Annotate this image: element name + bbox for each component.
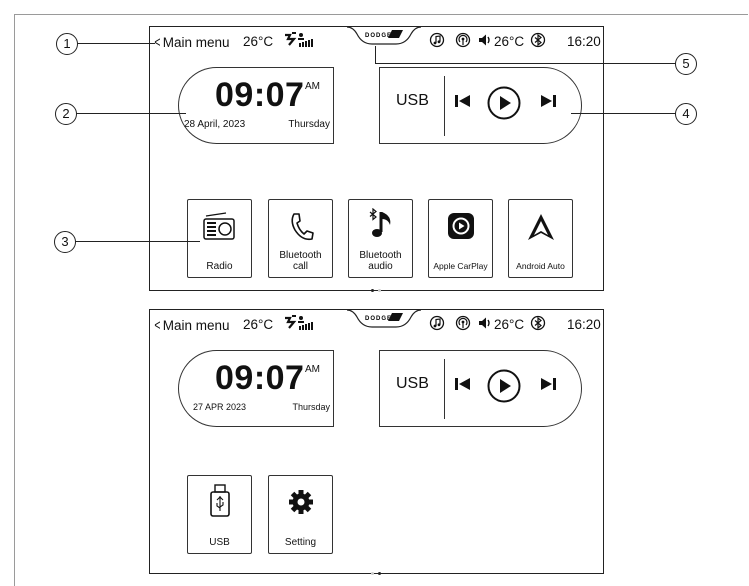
app-tile-android-auto[interactable]: Android Auto bbox=[508, 199, 573, 278]
app-tile-apple-carplay[interactable]: Apple CarPlay bbox=[428, 199, 493, 278]
page-dot-active bbox=[378, 572, 381, 575]
previous-track-icon[interactable] bbox=[452, 376, 474, 392]
dodge-logo: DODGE bbox=[365, 316, 392, 322]
dodge-logo: DODGE bbox=[365, 33, 392, 39]
usb-icon bbox=[210, 484, 230, 517]
inside-temperature: 26°C bbox=[494, 317, 525, 332]
bluetooth-icon bbox=[530, 315, 546, 331]
page-dot bbox=[371, 572, 374, 575]
carplay-icon bbox=[448, 213, 474, 239]
media-divider bbox=[444, 359, 445, 419]
app-tile-label: Apple CarPlay bbox=[433, 261, 488, 271]
bluetooth-music-icon bbox=[369, 208, 391, 237]
bluetooth-icon bbox=[530, 32, 546, 48]
page-indicator[interactable] bbox=[369, 279, 383, 297]
brand-notch: DODGE bbox=[347, 26, 421, 45]
gear-icon bbox=[289, 490, 313, 514]
callout-leader-2 bbox=[76, 113, 186, 114]
volume-icon bbox=[479, 34, 490, 46]
phone-icon bbox=[291, 213, 314, 241]
clock-ampm: AM bbox=[305, 364, 320, 375]
app-tile-label: Radio bbox=[206, 261, 233, 272]
status-bar: < Main menu 26°C DODGE 26°C 16:20 bbox=[150, 309, 603, 336]
app-tile-label: Bluetooth audio bbox=[359, 250, 402, 272]
volume-icon bbox=[479, 317, 490, 329]
app-tile-usb[interactable]: USB bbox=[187, 475, 252, 554]
app-tile-label: Setting bbox=[284, 537, 317, 548]
play-pause-button[interactable] bbox=[487, 86, 521, 120]
seat-fan-icon bbox=[285, 32, 297, 46]
page-dot-active bbox=[371, 289, 374, 292]
app-tile-label: USB bbox=[209, 537, 230, 548]
back-chevron-icon: < bbox=[154, 34, 161, 51]
android-auto-icon bbox=[528, 214, 554, 240]
clock-time: 09:07 bbox=[215, 359, 305, 397]
callout-3: 3 bbox=[54, 231, 76, 253]
app-tile-label: Android Auto bbox=[516, 261, 565, 271]
app-tile-setting[interactable]: Setting bbox=[268, 475, 333, 554]
clock-date: 27 APR 2023 bbox=[193, 402, 247, 412]
radio-icon bbox=[203, 212, 235, 240]
callout-2: 2 bbox=[55, 103, 77, 125]
play-pause-button[interactable] bbox=[487, 369, 521, 403]
callout-1: 1 bbox=[56, 33, 78, 55]
media-widget: USB bbox=[379, 67, 582, 144]
callout-4: 4 bbox=[675, 103, 697, 125]
brand-notch: DODGE bbox=[347, 309, 421, 328]
next-track-icon[interactable] bbox=[537, 93, 559, 109]
outside-temperature: 26°C bbox=[243, 317, 274, 332]
previous-track-icon[interactable] bbox=[452, 93, 474, 109]
fan-speed-icon bbox=[298, 33, 313, 47]
clock-date: 28 April, 2023 bbox=[184, 119, 246, 130]
callout-leader-5 bbox=[375, 63, 676, 64]
clock-day: Thursday bbox=[292, 402, 330, 412]
media-widget: USB bbox=[379, 350, 582, 427]
outside-temperature: 26°C bbox=[243, 34, 274, 49]
callout-leader-4 bbox=[571, 113, 676, 114]
media-divider bbox=[444, 76, 445, 136]
clock-day: Thursday bbox=[288, 119, 330, 130]
next-track-icon[interactable] bbox=[537, 376, 559, 392]
seat-fan-icon bbox=[285, 315, 297, 329]
status-time: 16:20 bbox=[567, 34, 601, 49]
clock-ampm: AM bbox=[305, 81, 320, 92]
page-dot bbox=[378, 289, 381, 292]
main-menu-button[interactable]: < Main menu bbox=[153, 317, 229, 334]
media-source-label[interactable]: USB bbox=[396, 375, 429, 393]
inside-temperature: 26°C bbox=[494, 34, 525, 49]
app-tile-bluetooth-audio[interactable]: Bluetooth audio bbox=[348, 199, 413, 278]
clock-time: 09:07 bbox=[215, 76, 305, 114]
radio-signal-icon bbox=[455, 32, 471, 48]
page-indicator[interactable] bbox=[369, 562, 383, 580]
status-time: 16:20 bbox=[567, 317, 601, 332]
app-tile-bluetooth-call[interactable]: Bluetooth call bbox=[268, 199, 333, 278]
music-note-icon bbox=[429, 32, 445, 48]
main-menu-button[interactable]: < Main menu bbox=[153, 34, 229, 51]
callout-leader-3 bbox=[75, 241, 200, 242]
radio-signal-icon bbox=[455, 315, 471, 331]
app-tile-radio[interactable]: Radio bbox=[187, 199, 252, 278]
back-chevron-icon: < bbox=[154, 317, 161, 334]
app-tile-label: Bluetooth call bbox=[279, 250, 322, 272]
callout-5: 5 bbox=[675, 53, 697, 75]
home-screen-page-1: < Main menu 26°C DODGE 26°C 16:20 09:07 A… bbox=[149, 26, 604, 292]
home-screen-page-2: < Main menu 26°C DODGE 26°C 16:20 09:07 A… bbox=[149, 309, 604, 575]
clock-widget[interactable]: 09:07 AM 28 April, 2023 Thursday bbox=[178, 67, 334, 144]
fan-speed-icon bbox=[298, 316, 313, 330]
clock-widget[interactable]: 09:07 AM 27 APR 2023 Thursday bbox=[178, 350, 334, 427]
callout-leader-5-stem bbox=[375, 46, 376, 64]
status-bar: < Main menu 26°C DODGE 26°C 16:20 bbox=[150, 26, 603, 53]
media-source-label[interactable]: USB bbox=[396, 92, 429, 110]
music-note-icon bbox=[429, 315, 445, 331]
callout-leader-1 bbox=[77, 43, 155, 44]
